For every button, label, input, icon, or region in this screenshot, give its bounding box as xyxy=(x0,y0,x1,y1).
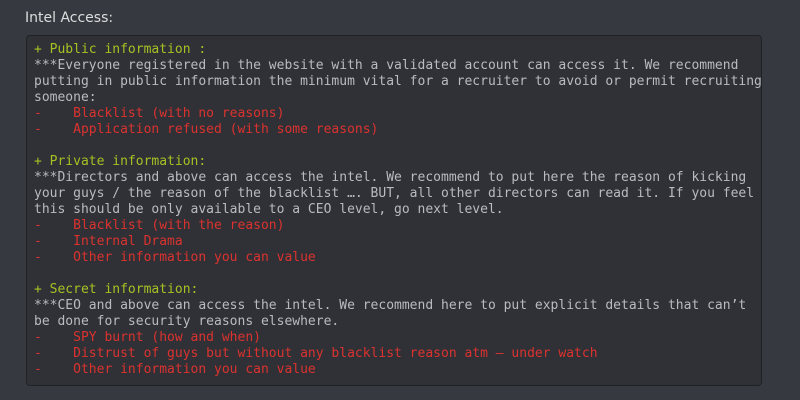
code-block[interactable]: + Public information : ***Everyone regis… xyxy=(26,35,762,386)
bullet-item: - Internal Drama xyxy=(34,234,183,249)
description-line: be done for security reasons elsewhere. xyxy=(34,314,340,329)
section-heading: + Private information: xyxy=(34,154,207,169)
bullet-item: - Other information you can value xyxy=(34,362,316,377)
chat-message: Intel Access: + Public information : ***… xyxy=(0,0,800,400)
description-line: ***Directors and above can access the in… xyxy=(34,170,747,185)
section-heading: + Secret information: xyxy=(34,282,199,297)
section-heading: + Public information : xyxy=(34,42,207,57)
bullet-item: - Application refused (with some reasons… xyxy=(34,122,379,137)
description-line: someone: xyxy=(34,90,97,105)
bullet-item: - Distrust of guys but without any black… xyxy=(34,346,598,361)
message-text[interactable]: Intel Access: xyxy=(25,9,113,27)
bullet-item: - SPY burnt (how and when) xyxy=(34,330,261,345)
bullet-item: - Blacklist (with the reason) xyxy=(34,218,285,233)
description-line: putting in public information the minimu… xyxy=(34,74,762,89)
description-line: this should be only available to a CEO l… xyxy=(34,202,504,217)
bullet-item: - Blacklist (with no reasons) xyxy=(34,106,285,121)
description-line: ***Everyone registered in the website wi… xyxy=(34,58,739,73)
description-line: your guys / the reason of the blacklist … xyxy=(34,186,755,201)
bullet-item: - Other information you can value xyxy=(34,250,316,265)
description-line: ***CEO and above can access the intel. W… xyxy=(34,298,747,313)
